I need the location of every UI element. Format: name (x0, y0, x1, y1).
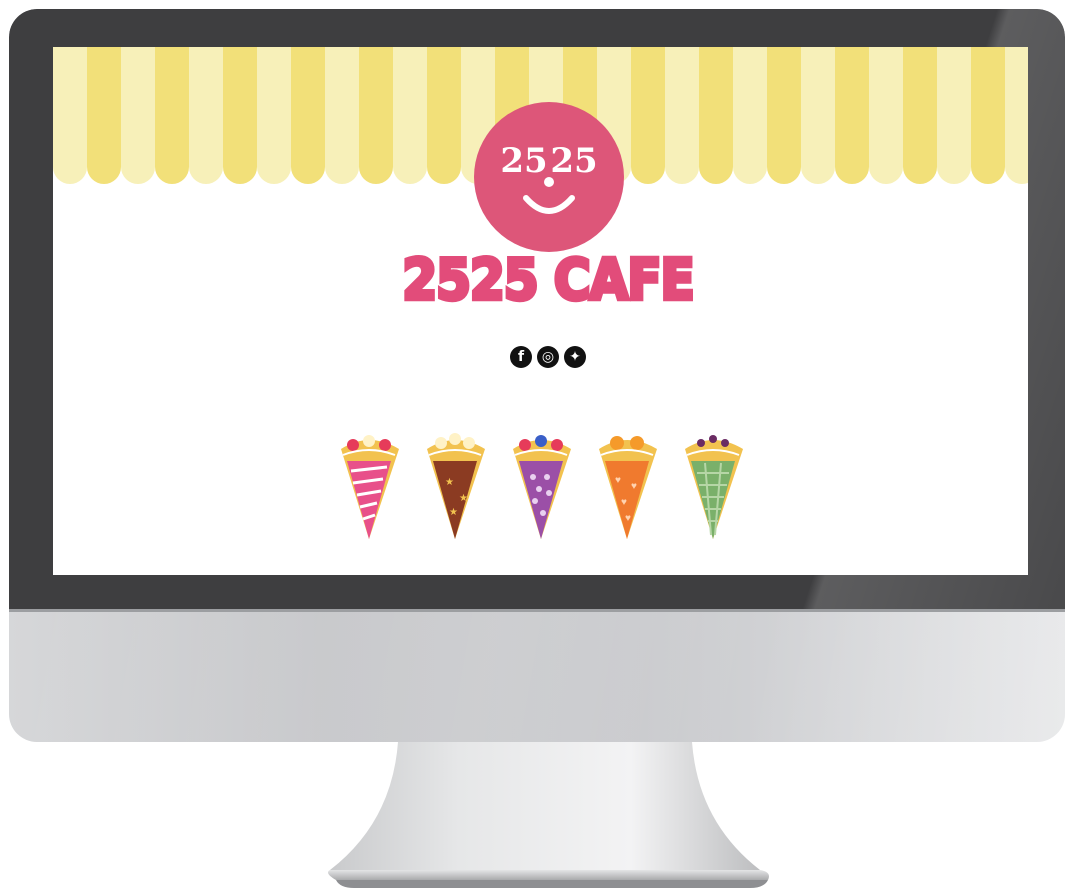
facebook-icon[interactable]: f (510, 346, 532, 368)
logo-badge: 25 25 (474, 102, 624, 252)
brand-name: 2525 CAFE (400, 245, 696, 314)
svg-text:♥: ♥ (621, 497, 627, 508)
orange-crepe-icon: ♥ ♥ ♥ ♥ (599, 436, 657, 539)
svg-text:★: ★ (449, 507, 458, 518)
chocolate-crepe-icon: ★ ★ ★ (427, 433, 485, 539)
svg-text:♥: ♥ (615, 475, 621, 486)
svg-text:♥: ♥ (631, 481, 637, 492)
twitter-icon[interactable]: ✦ (564, 346, 586, 368)
svg-text:♥: ♥ (625, 513, 631, 524)
website-screen: 25 25 2525 CAFE f ◎ ✦ ★ ★ ★ ♥ ♥ ♥ ♥ (53, 47, 1028, 575)
monitor-chin (9, 612, 1065, 742)
svg-text:25: 25 (550, 141, 597, 181)
strawberry-crepe-icon (341, 435, 399, 539)
monitor-stand (328, 742, 769, 888)
instagram-icon[interactable]: ◎ (537, 346, 559, 368)
svg-text:25: 25 (500, 141, 547, 181)
berry-crepe-icon (513, 435, 571, 539)
matcha-crepe-icon (685, 435, 743, 539)
smiley-face-icon: 25 25 (500, 141, 598, 214)
crepe-illustrations: ★ ★ ★ ♥ ♥ ♥ ♥ (341, 433, 743, 539)
social-links: f ◎ ✦ (510, 346, 590, 368)
svg-text:★: ★ (459, 493, 468, 504)
svg-text:★: ★ (445, 477, 454, 488)
